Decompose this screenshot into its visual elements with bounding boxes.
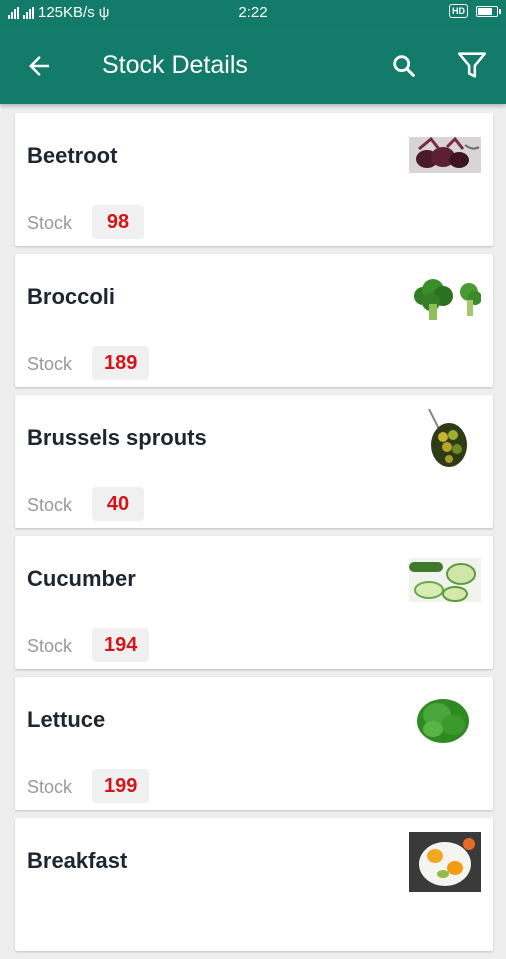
search-icon[interactable] (390, 52, 418, 80)
battery-icon (476, 5, 501, 17)
stock-value: 194 (92, 628, 150, 662)
breakfast-image (409, 832, 481, 892)
lettuce-image (417, 699, 469, 743)
cucumber-image (409, 558, 481, 602)
item-name: Brussels sprouts (27, 425, 207, 450)
stock-value: 98 (92, 205, 144, 239)
stock-card[interactable]: Lettuce Stock 199 (15, 677, 493, 810)
stock-label: Stock (27, 354, 73, 374)
stock-card[interactable]: Beetroot Stock 98 (15, 113, 493, 246)
stock-value: 189 (92, 346, 150, 380)
stock-label: Stock (27, 495, 73, 515)
broccoli-image (414, 279, 481, 320)
stock-value: 40 (92, 487, 144, 521)
beetroot-image (409, 136, 481, 173)
item-name: Cucumber (27, 566, 136, 591)
stock-value: 199 (92, 769, 150, 803)
back-arrow-icon[interactable] (24, 51, 54, 81)
page-title: Stock Details (102, 51, 248, 79)
app-bar: Stock Details (0, 26, 506, 104)
stock-card[interactable]: Cucumber Stock 194 (15, 536, 493, 669)
item-name: Broccoli (27, 284, 116, 309)
item-name: Breakfast (27, 848, 128, 873)
stock-card[interactable]: Breakfast (15, 818, 493, 951)
item-name: Beetroot (27, 143, 118, 168)
stock-label: Stock (27, 777, 73, 797)
stock-card[interactable]: Brussels sprouts Stock 40 (15, 395, 493, 528)
brussels-sprouts-image (428, 409, 467, 467)
stock-list: Beetroot Stock 98 Broccoli Stock 189 Bru… (15, 113, 493, 959)
stock-card[interactable]: Broccoli Stock 189 (15, 254, 493, 387)
hd-badge: HD (449, 4, 468, 18)
stock-label: Stock (27, 213, 73, 233)
stock-label: Stock (27, 636, 73, 656)
filter-icon[interactable] (455, 48, 489, 82)
status-time: 2:22 (238, 4, 268, 21)
status-bar: 125KB/s ψ 2:22 HD (0, 0, 506, 26)
item-name: Lettuce (27, 707, 106, 732)
status-right: HD (449, 4, 501, 18)
